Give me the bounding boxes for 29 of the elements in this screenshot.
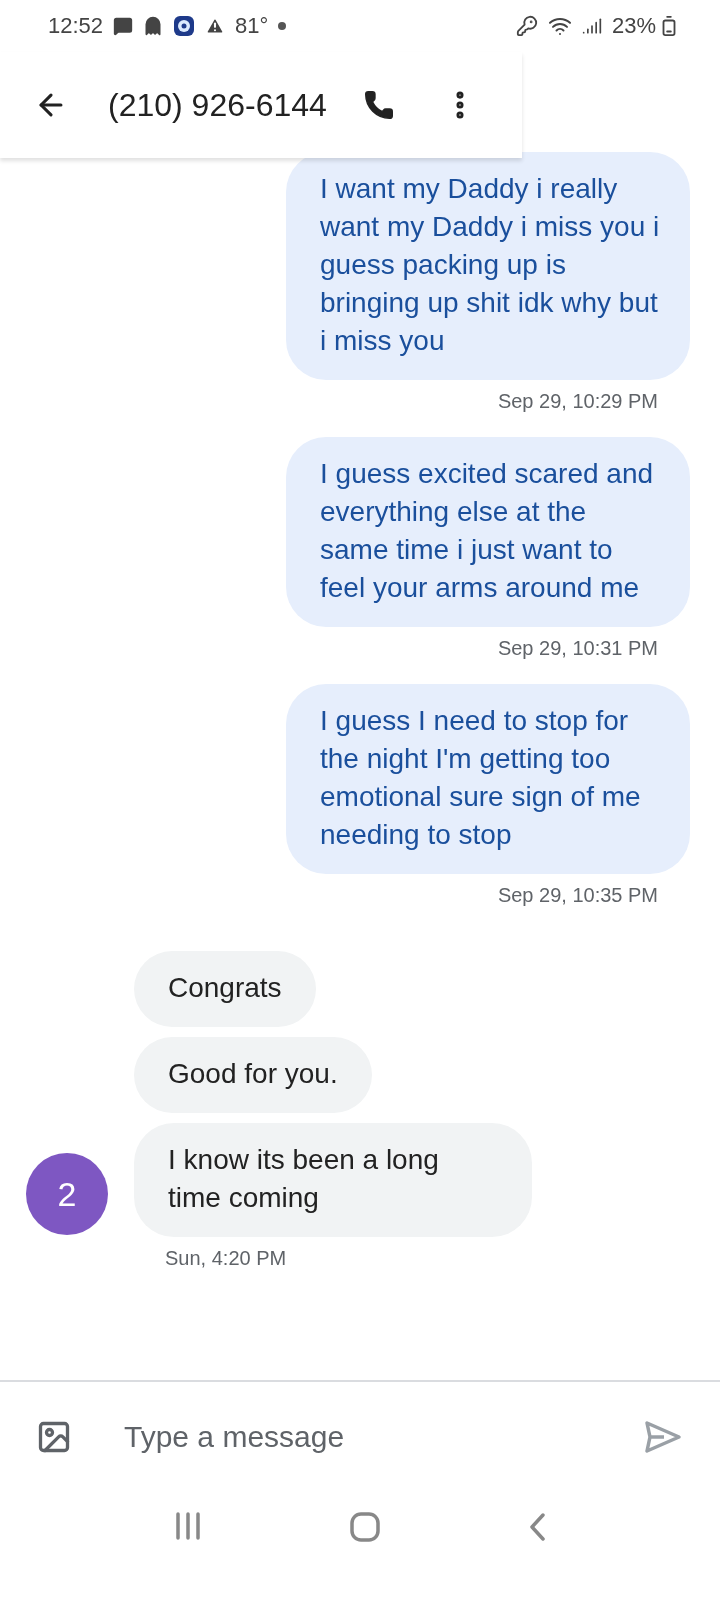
message-timestamp: Sep 29, 10:29 PM <box>497 390 658 413</box>
send-icon[interactable] <box>644 1420 682 1454</box>
message-bubble[interactable]: Good for you. <box>134 1037 372 1113</box>
back-chevron-icon[interactable] <box>528 1512 546 1542</box>
message-input[interactable]: Type a message <box>122 1419 594 1455</box>
temperature-text: 81° <box>235 13 269 39</box>
message-timestamp: Sep 29, 10:35 PM <box>497 884 658 907</box>
contact-title: (210) 926-6144 <box>108 86 327 124</box>
message-bubble[interactable]: I know its been a long time coming <box>134 1123 532 1237</box>
clock-time: 12:52 <box>48 13 104 39</box>
dot-icon <box>278 22 287 30</box>
message-timestamp: Sep 29, 10:31 PM <box>497 637 658 660</box>
contact-avatar[interactable]: 2 <box>26 1153 108 1235</box>
phone-icon[interactable] <box>362 89 395 121</box>
recent-apps-icon[interactable] <box>174 1512 202 1540</box>
ghost-icon <box>143 16 164 36</box>
signal-icon <box>581 16 602 36</box>
app-icon <box>173 15 196 37</box>
home-icon[interactable] <box>350 1512 380 1542</box>
message-icon <box>113 16 134 36</box>
key-icon <box>515 15 538 37</box>
message-timestamp: Sun, 4:20 PM <box>165 1247 287 1270</box>
message-bubble[interactable]: I want my Daddy i really want my Daddy i miss you i guess packing up is bringing up shit idk why but i miss you <box>286 152 690 380</box>
message-bubble[interactable]: Congrats <box>134 951 316 1027</box>
image-icon[interactable] <box>36 1419 72 1455</box>
message-bubble[interactable]: I guess I need to stop for the night I'm getting too emotional sure sign of me needing to stop <box>286 684 690 874</box>
battery-percent: 23% <box>611 13 656 39</box>
message-bubble[interactable]: I guess excited scared and everything else at the same time i just want to feel your arms around me <box>286 437 690 627</box>
warning-icon <box>205 16 226 36</box>
